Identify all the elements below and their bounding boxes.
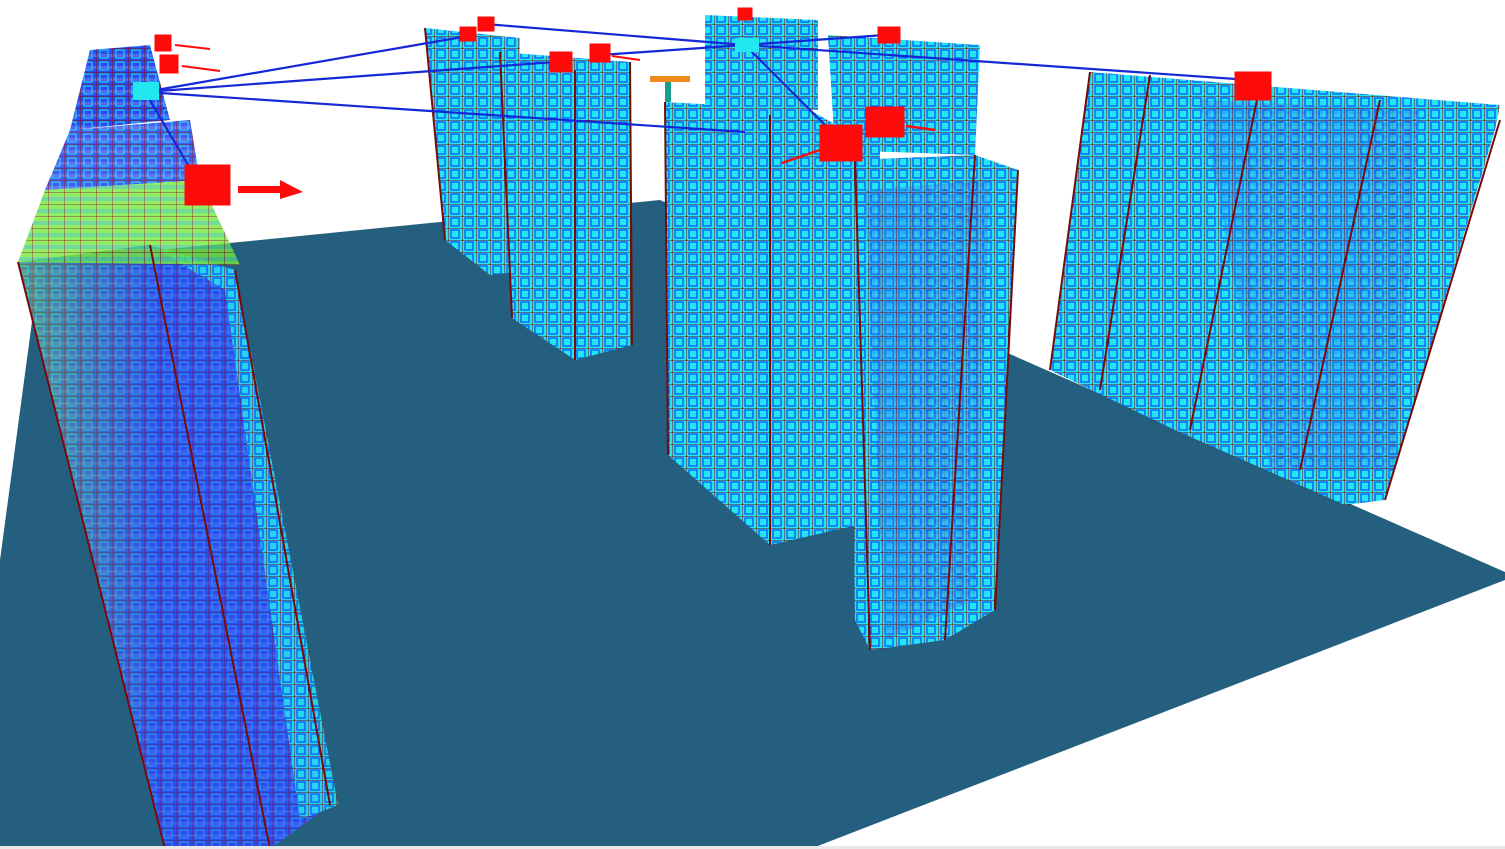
node-marker-icon[interactable] bbox=[133, 82, 159, 100]
link-line bbox=[744, 43, 1251, 82]
red-cube-marker-icon[interactable] bbox=[737, 7, 753, 21]
red-cube-marker-icon[interactable] bbox=[549, 51, 573, 73]
red-cube-marker-icon[interactable] bbox=[589, 43, 611, 63]
red-arrow-icon bbox=[611, 55, 641, 61]
red-cube-marker-icon[interactable] bbox=[819, 124, 863, 162]
red-cube-marker-icon[interactable] bbox=[477, 16, 495, 32]
red-cube-marker-icon[interactable] bbox=[154, 34, 172, 52]
building-center-front-a bbox=[665, 102, 880, 545]
link-line bbox=[144, 34, 469, 94]
red-arrow-icon bbox=[174, 44, 211, 50]
red-cube-marker-icon[interactable] bbox=[865, 106, 905, 138]
red-cube-marker-icon[interactable] bbox=[877, 26, 901, 44]
red-cube-marker-icon[interactable] bbox=[459, 26, 477, 42]
red-arrow-icon bbox=[181, 65, 221, 72]
building-center-front-shade bbox=[865, 180, 990, 640]
red-cube-marker-icon[interactable] bbox=[1234, 71, 1272, 101]
red-cube-marker-icon[interactable] bbox=[159, 54, 179, 74]
red-arrow-icon bbox=[238, 180, 303, 199]
3d-model-viewport[interactable] bbox=[0, 0, 1505, 849]
orientation-gizmo-icon[interactable] bbox=[650, 76, 690, 102]
red-cube-marker-icon[interactable] bbox=[184, 164, 231, 206]
building-left-upper-face bbox=[45, 120, 200, 190]
node-marker-icon[interactable] bbox=[735, 38, 759, 52]
structural-model-scene[interactable] bbox=[0, 0, 1505, 849]
building-center-left-b bbox=[500, 52, 632, 360]
